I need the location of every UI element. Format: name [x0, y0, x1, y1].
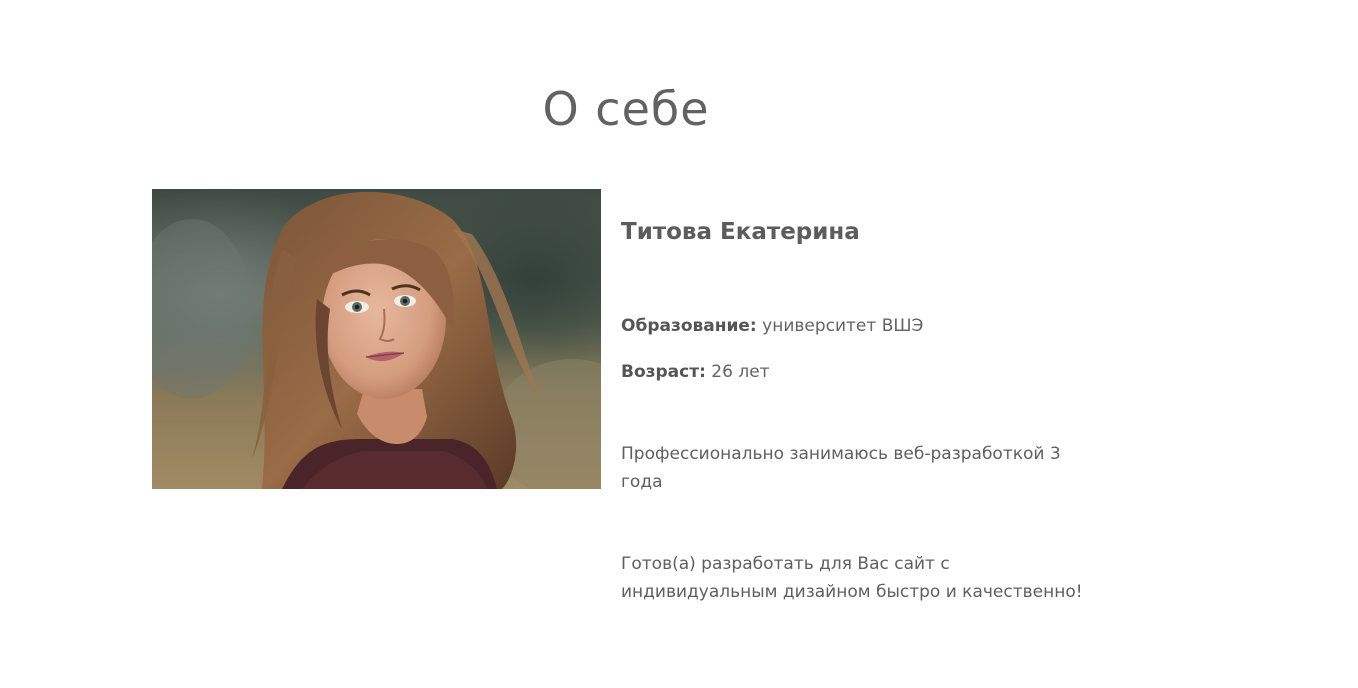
age-label: Возраст:	[621, 362, 706, 382]
section-title: О себе	[542, 82, 710, 136]
education-value: университет ВШЭ	[756, 316, 924, 336]
offer-line-1: Готов(а) разработать для Вас сайт с	[621, 554, 950, 574]
profile-photo	[152, 189, 601, 489]
profile-name: Титова Екатерина	[621, 219, 860, 245]
offer-text: Готов(а) разработать для Вас сайт с инди…	[621, 550, 1091, 606]
experience-text: Профессионально занимаюсь веб-разработко…	[621, 444, 1061, 492]
education-label: Образование:	[621, 316, 757, 336]
offer-line-2: индивидуальным дизайном быстро и качеств…	[621, 582, 1083, 602]
portrait-photo-icon	[152, 189, 601, 489]
profile-info: Титова Екатерина Образование: университе…	[621, 212, 1101, 602]
education-row: Образование: университет ВШЭ	[621, 312, 923, 340]
age-row: Возраст: 26 лет	[621, 358, 770, 386]
age-value: 26 лет	[705, 362, 770, 382]
